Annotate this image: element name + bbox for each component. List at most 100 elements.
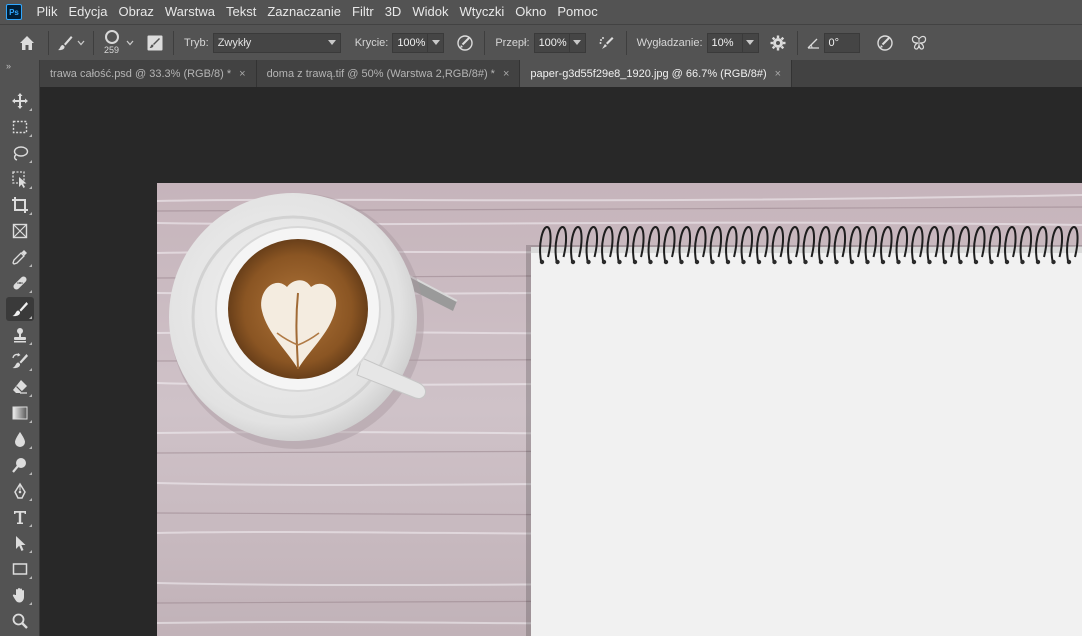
dodge-tool-icon[interactable] [6, 453, 34, 477]
tool-flyout-indicator [29, 368, 32, 371]
smoothing-value: 10% [711, 36, 734, 49]
brush-size-dropdown-icon[interactable] [123, 39, 137, 47]
tool-flyout-indicator [29, 420, 32, 423]
mode-label: Tryb: [184, 36, 209, 49]
hand-tool-icon[interactable] [6, 583, 34, 607]
pressure-size-icon[interactable] [870, 34, 900, 52]
tool-flyout-indicator [29, 394, 32, 397]
frame-tool-icon[interactable] [6, 219, 34, 243]
menu-tekst[interactable]: Tekst [220, 0, 261, 24]
brush-settings-panel-icon[interactable] [143, 34, 167, 52]
menu-3d[interactable]: 3D [379, 0, 407, 24]
type-tool-icon[interactable] [6, 505, 34, 529]
tab-trawa-calosc[interactable]: trawa całość.psd @ 33.3% (RGB/8) * × [40, 60, 257, 87]
tool-flyout-indicator [29, 472, 32, 475]
separator [93, 30, 94, 55]
tool-flyout-indicator [29, 212, 32, 215]
menu-plik[interactable]: Plik [31, 0, 63, 24]
photoshop-logo-icon[interactable]: Ps [6, 4, 22, 20]
brush-preset-icon[interactable] [55, 34, 75, 52]
menu-edycja[interactable]: Edycja [63, 0, 113, 24]
chevron-down-icon [573, 40, 582, 45]
path-selection-tool-icon[interactable] [6, 531, 34, 555]
opacity-label: Krycie: [354, 36, 389, 49]
lasso-tool-icon[interactable] [6, 141, 34, 165]
tool-flyout-indicator [29, 498, 32, 501]
menu-zaznaczanie[interactable]: Zaznaczanie [262, 0, 347, 24]
object-selection-tool-icon[interactable] [6, 167, 34, 191]
collapse-panel-icon[interactable]: » [0, 60, 39, 72]
tool-flyout-indicator [29, 290, 32, 293]
eyedropper-tool-icon[interactable] [6, 245, 34, 269]
close-icon[interactable]: × [239, 68, 245, 80]
flow-label: Przepł: [495, 36, 530, 49]
mode-value: Zwykły [217, 36, 252, 49]
rectangle-tool-icon[interactable] [6, 557, 34, 581]
tool-flyout-indicator [29, 524, 32, 527]
brush-preset-dropdown-icon[interactable] [75, 39, 87, 47]
angle-input[interactable]: 0° [823, 32, 860, 53]
pressure-opacity-icon[interactable] [452, 34, 478, 52]
clone-stamp-tool-icon[interactable] [6, 323, 34, 347]
tools-panel: » [0, 60, 40, 636]
close-icon[interactable]: × [775, 68, 781, 80]
separator [796, 30, 798, 55]
airbrush-icon[interactable] [594, 34, 620, 52]
tab-doma-z-trawa[interactable]: doma z trawą.tif @ 50% (Warstwa 2,RGB/8#… [256, 60, 521, 87]
chevron-down-icon [327, 40, 336, 45]
angle-icon [804, 36, 822, 50]
menu-filtr[interactable]: Filtr [347, 0, 380, 24]
rectangular-marquee-tool-icon[interactable] [6, 115, 34, 139]
tool-flyout-indicator [29, 342, 32, 345]
flow-dropdown[interactable] [569, 32, 586, 53]
smoothing-input[interactable]: 10% [706, 32, 743, 53]
tool-flyout-indicator [29, 134, 32, 137]
menu-wtyczki[interactable]: Wtyczki [454, 0, 510, 24]
brush-size-preview[interactable]: 259 [104, 30, 119, 55]
document-canvas[interactable] [157, 183, 1082, 636]
tool-flyout-indicator [29, 186, 32, 189]
tab-label: trawa całość.psd @ 33.3% (RGB/8) * [50, 67, 232, 80]
history-brush-tool-icon[interactable] [6, 349, 34, 373]
eraser-tool-icon[interactable] [6, 375, 34, 399]
tab-label: paper-g3d55f29e8_1920.jpg @ 66.7% (RGB/8… [530, 67, 767, 80]
tool-flyout-indicator [29, 316, 32, 319]
opacity-value: 100% [397, 36, 426, 49]
brush-tip-icon [104, 30, 119, 44]
crop-tool-icon[interactable] [6, 193, 34, 217]
move-tool-icon[interactable] [6, 89, 34, 113]
smoothing-dropdown[interactable] [742, 32, 759, 53]
gradient-tool-icon[interactable] [6, 401, 34, 425]
tab-paper[interactable]: paper-g3d55f29e8_1920.jpg @ 66.7% (RGB/8… [520, 60, 793, 87]
opacity-input[interactable]: 100% [392, 32, 429, 53]
tool-flyout-indicator [29, 264, 32, 267]
separator [173, 30, 175, 55]
blur-tool-icon[interactable] [6, 427, 34, 451]
menu-widok[interactable]: Widok [407, 0, 454, 24]
menu-okno[interactable]: Okno [510, 0, 552, 24]
home-icon[interactable] [12, 34, 42, 52]
healing-brush-tool-icon[interactable] [6, 271, 34, 295]
opacity-dropdown[interactable] [428, 32, 445, 53]
separator [48, 30, 49, 55]
flow-input[interactable]: 100% [533, 32, 570, 53]
menu-obraz[interactable]: Obraz [113, 0, 159, 24]
menu-pomoc[interactable]: Pomoc [552, 0, 603, 24]
smoothing-label: Wygładzanie: [636, 36, 703, 49]
separator [625, 30, 627, 55]
mode-select[interactable]: Zwykły [212, 32, 341, 53]
menu-warstwa[interactable]: Warstwa [159, 0, 220, 24]
symmetry-butterfly-icon[interactable] [904, 34, 934, 52]
tool-flyout-indicator [29, 602, 32, 605]
zoom-tool-icon[interactable] [6, 609, 34, 633]
close-icon[interactable]: × [503, 68, 509, 80]
angle-value: 0° [828, 36, 840, 49]
chevron-down-icon [746, 40, 754, 45]
tool-flyout-indicator [29, 576, 32, 579]
canvas-workspace[interactable] [40, 87, 1082, 636]
pen-tool-icon[interactable] [6, 479, 34, 503]
smoothing-settings-gear-icon[interactable] [765, 34, 791, 52]
tool-flyout-indicator [29, 160, 32, 163]
document-tabs: trawa całość.psd @ 33.3% (RGB/8) * × dom… [40, 60, 1082, 87]
brush-tool-icon[interactable] [6, 297, 34, 321]
